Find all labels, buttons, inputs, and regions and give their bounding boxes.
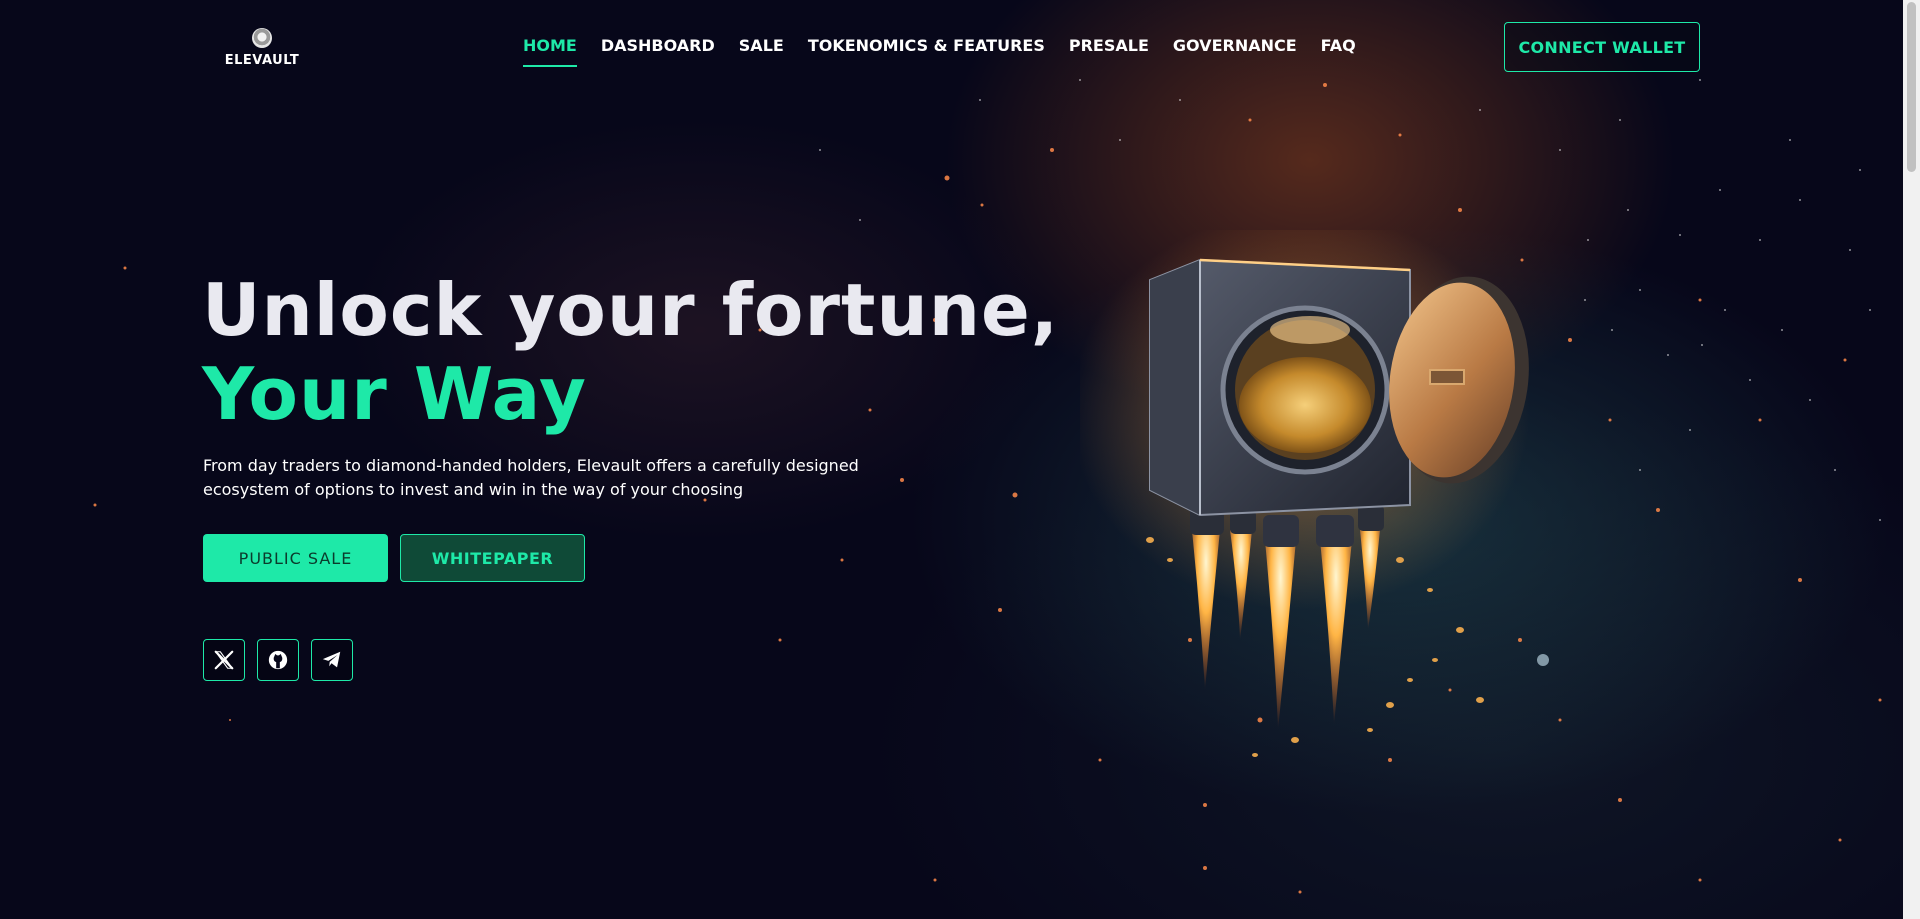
x-twitter-link[interactable] <box>203 639 245 681</box>
social-links <box>203 639 353 681</box>
nav-item-governance[interactable]: GOVERNANCE <box>1173 36 1297 67</box>
hero-title-line1: Unlock your fortune, <box>202 268 1060 352</box>
nav-item-presale[interactable]: PRESALE <box>1069 36 1149 67</box>
x-twitter-icon <box>214 650 234 670</box>
logo-text: ELEVAULT <box>224 53 300 68</box>
logo-mark-icon <box>252 28 272 48</box>
landing-page: ELEVAULT HOME DASHBOARD SALE TOKENOMICS … <box>0 0 1920 919</box>
whitepaper-button[interactable]: WHITEPAPER <box>400 534 585 582</box>
nav-item-faq[interactable]: FAQ <box>1321 36 1356 67</box>
hero-description: From day traders to diamond-handed holde… <box>203 456 859 499</box>
hero-title-line2: Your Way <box>202 352 587 436</box>
flying-vault-illustration <box>1080 230 1549 757</box>
page-scrollbar[interactable] <box>1903 0 1920 919</box>
logo[interactable]: ELEVAULT <box>224 28 300 68</box>
nav-item-home[interactable]: HOME <box>523 36 577 67</box>
main-nav: HOME DASHBOARD SALE TOKENOMICS & FEATURE… <box>523 36 1380 67</box>
hero-title: Unlock your fortune, Your Way <box>202 268 1059 436</box>
public-sale-button[interactable]: PUBLIC SALE <box>203 534 388 582</box>
nav-item-tokenomics[interactable]: TOKENOMICS & FEATURES <box>808 36 1045 67</box>
github-icon <box>268 650 288 670</box>
connect-wallet-button[interactable]: CONNECT WALLET <box>1504 22 1700 72</box>
telegram-icon <box>322 651 341 668</box>
hero-buttons: PUBLIC SALE WHITEPAPER <box>203 534 585 582</box>
nav-item-sale[interactable]: SALE <box>739 36 784 67</box>
github-link[interactable] <box>257 639 299 681</box>
telegram-link[interactable] <box>311 639 353 681</box>
scrollbar-thumb[interactable] <box>1907 2 1916 172</box>
nav-item-dashboard[interactable]: DASHBOARD <box>601 36 715 67</box>
